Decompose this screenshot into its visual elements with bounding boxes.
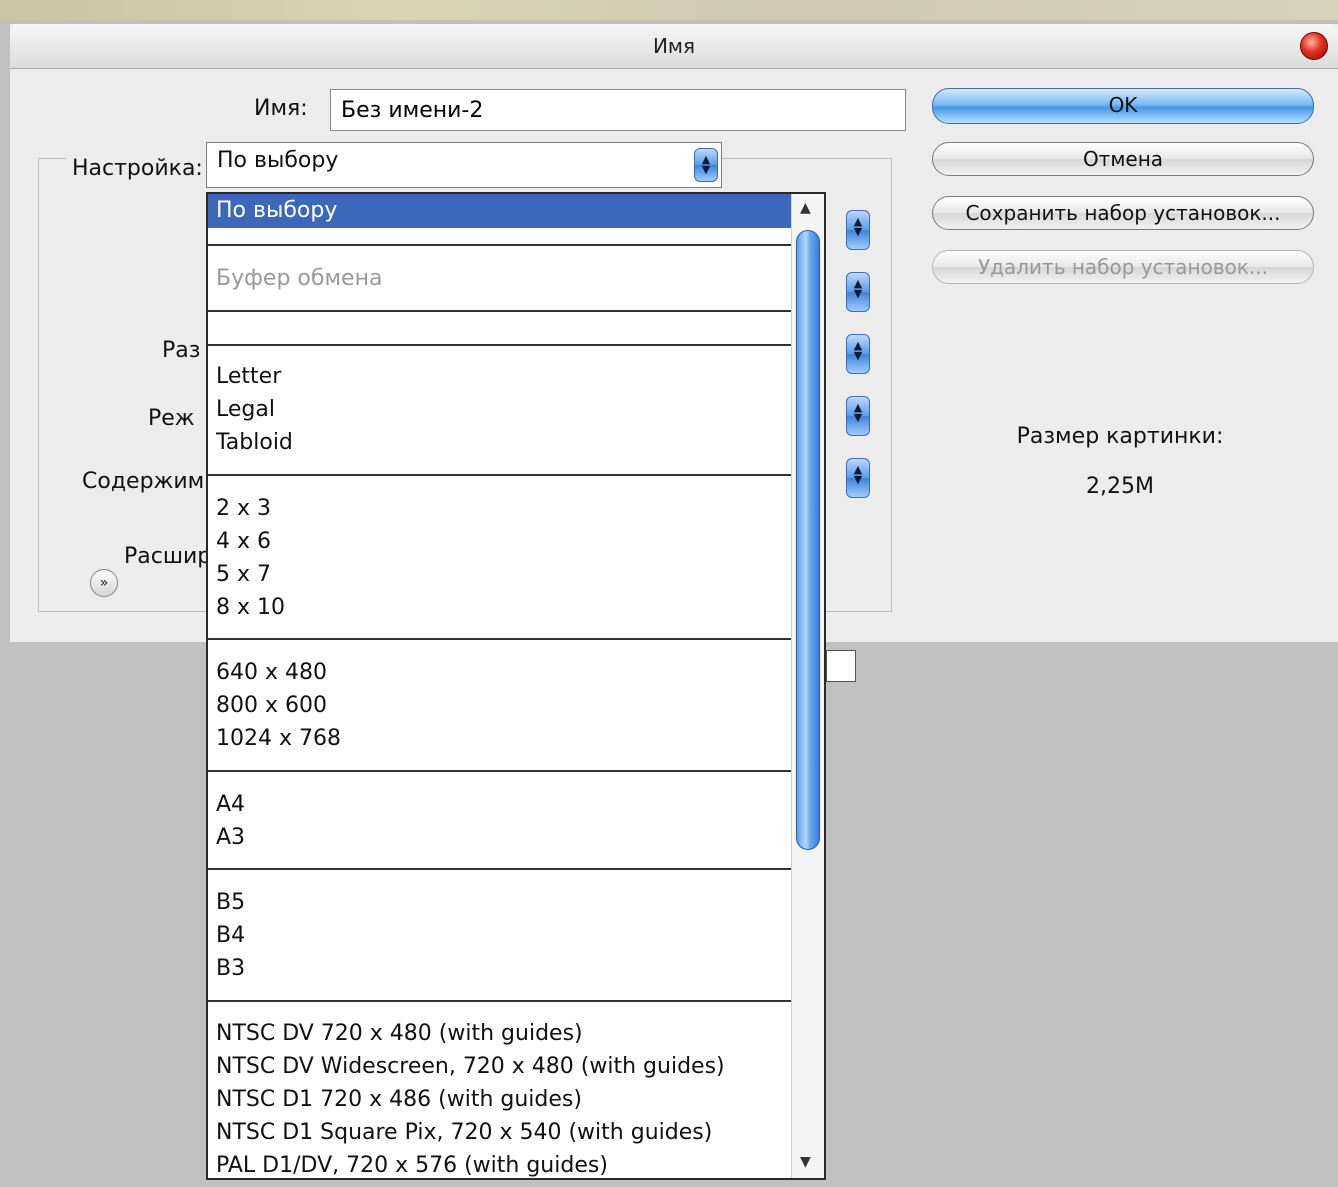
cancel-button[interactable]: Отмена — [932, 142, 1314, 176]
resolution-label-partial: Раз — [162, 338, 201, 363]
dropdown-item-ntsc-dv-widescreen[interactable]: NTSC DV Widescreen, 720 x 480 (with guid… — [216, 1054, 725, 1080]
dropdown-item-5x7[interactable]: 5 x 7 — [216, 562, 271, 588]
dropdown-item-1024x768[interactable]: 1024 x 768 — [216, 726, 341, 752]
dropdown-item-800x600[interactable]: 800 x 600 — [216, 693, 327, 719]
dropdown-item-selected[interactable]: По выбору — [208, 194, 792, 228]
separator — [208, 770, 792, 772]
background-contents-label-partial: Содержим — [82, 469, 205, 494]
window-title: Имя — [652, 34, 696, 58]
advanced-label-partial: Расшир — [124, 544, 212, 569]
dropdown-item-640x480[interactable]: 640 x 480 — [216, 660, 327, 686]
separator — [208, 474, 792, 476]
separator — [208, 310, 792, 312]
color-swatch[interactable] — [826, 650, 856, 682]
close-icon[interactable] — [1300, 32, 1328, 60]
width-units-spin-icon[interactable]: ▲ ▼ — [846, 210, 870, 250]
dropdown-item-clipboard: Буфер обмена — [216, 266, 383, 291]
dropdown-item-8x10[interactable]: 8 x 10 — [216, 595, 285, 621]
preset-dropdown-list[interactable]: По выбору Буфер обмена Letter Legal Tabl… — [206, 192, 826, 1180]
desktop-background-strip — [0, 0, 1338, 20]
double-chevron-down-icon[interactable]: » — [90, 569, 118, 597]
separator — [208, 344, 792, 346]
contents-spin-icon[interactable]: ▲ ▼ — [846, 458, 870, 498]
ok-button[interactable]: OK — [932, 88, 1314, 124]
scrollbar-thumb[interactable] — [796, 230, 820, 850]
scroll-up-arrow-icon[interactable]: ▲ — [800, 200, 811, 216]
separator — [208, 868, 792, 870]
preset-select-value: По выбору — [217, 148, 339, 173]
dropdown-item-tabloid[interactable]: Tabloid — [216, 430, 293, 456]
dropdown-item-letter[interactable]: Letter — [216, 364, 281, 390]
image-size-value: 2,25M — [1086, 474, 1154, 499]
preset-spin-icon[interactable]: ▲ ▼ — [694, 148, 718, 182]
mode-label-partial: Реж — [148, 406, 195, 431]
height-units-spin-icon[interactable]: ▲ ▼ — [846, 272, 870, 312]
separator — [208, 638, 792, 640]
resolution-units-spin-icon[interactable]: ▲ ▼ — [846, 334, 870, 374]
dropdown-item-b4[interactable]: B4 — [216, 923, 245, 949]
name-label: Имя: — [254, 96, 308, 121]
save-preset-button[interactable]: Сохранить набор установок... — [932, 196, 1314, 230]
dropdown-item-b3[interactable]: B3 — [216, 956, 245, 982]
dropdown-item-selected-label: По выбору — [216, 198, 338, 223]
dropdown-item-a3[interactable]: A3 — [216, 825, 245, 851]
scroll-down-arrow-icon[interactable]: ▼ — [800, 1154, 811, 1170]
dropdown-scrollbar[interactable]: ▲ ▼ — [791, 194, 824, 1178]
dropdown-item-legal[interactable]: Legal — [216, 397, 275, 423]
dropdown-item-2x3[interactable]: 2 x 3 — [216, 496, 271, 522]
dropdown-item-ntsc-d1-square[interactable]: NTSC D1 Square Pix, 720 x 540 (with guid… — [216, 1120, 712, 1146]
name-field[interactable] — [330, 89, 906, 131]
mode-spin-icon[interactable]: ▲ ▼ — [846, 396, 870, 436]
preset-select[interactable]: По выбору — [206, 142, 722, 188]
preset-label: Настройка: — [66, 156, 209, 181]
dropdown-item-ntsc-dv[interactable]: NTSC DV 720 x 480 (with guides) — [216, 1021, 583, 1047]
dropdown-item-a4[interactable]: A4 — [216, 792, 245, 818]
dropdown-item-4x6[interactable]: 4 x 6 — [216, 529, 271, 555]
separator — [208, 244, 792, 246]
image-size-label: Размер картинки: — [1016, 424, 1224, 449]
title-bar[interactable]: Имя — [10, 24, 1338, 69]
dropdown-item-ntsc-d1[interactable]: NTSC D1 720 x 486 (with guides) — [216, 1087, 582, 1113]
dropdown-item-b5[interactable]: B5 — [216, 890, 245, 916]
delete-preset-button[interactable]: Удалить набор установок... — [932, 250, 1314, 284]
separator — [208, 1000, 792, 1002]
dropdown-item-pal-d1-dv[interactable]: PAL D1/DV, 720 x 576 (with guides) — [216, 1153, 608, 1178]
